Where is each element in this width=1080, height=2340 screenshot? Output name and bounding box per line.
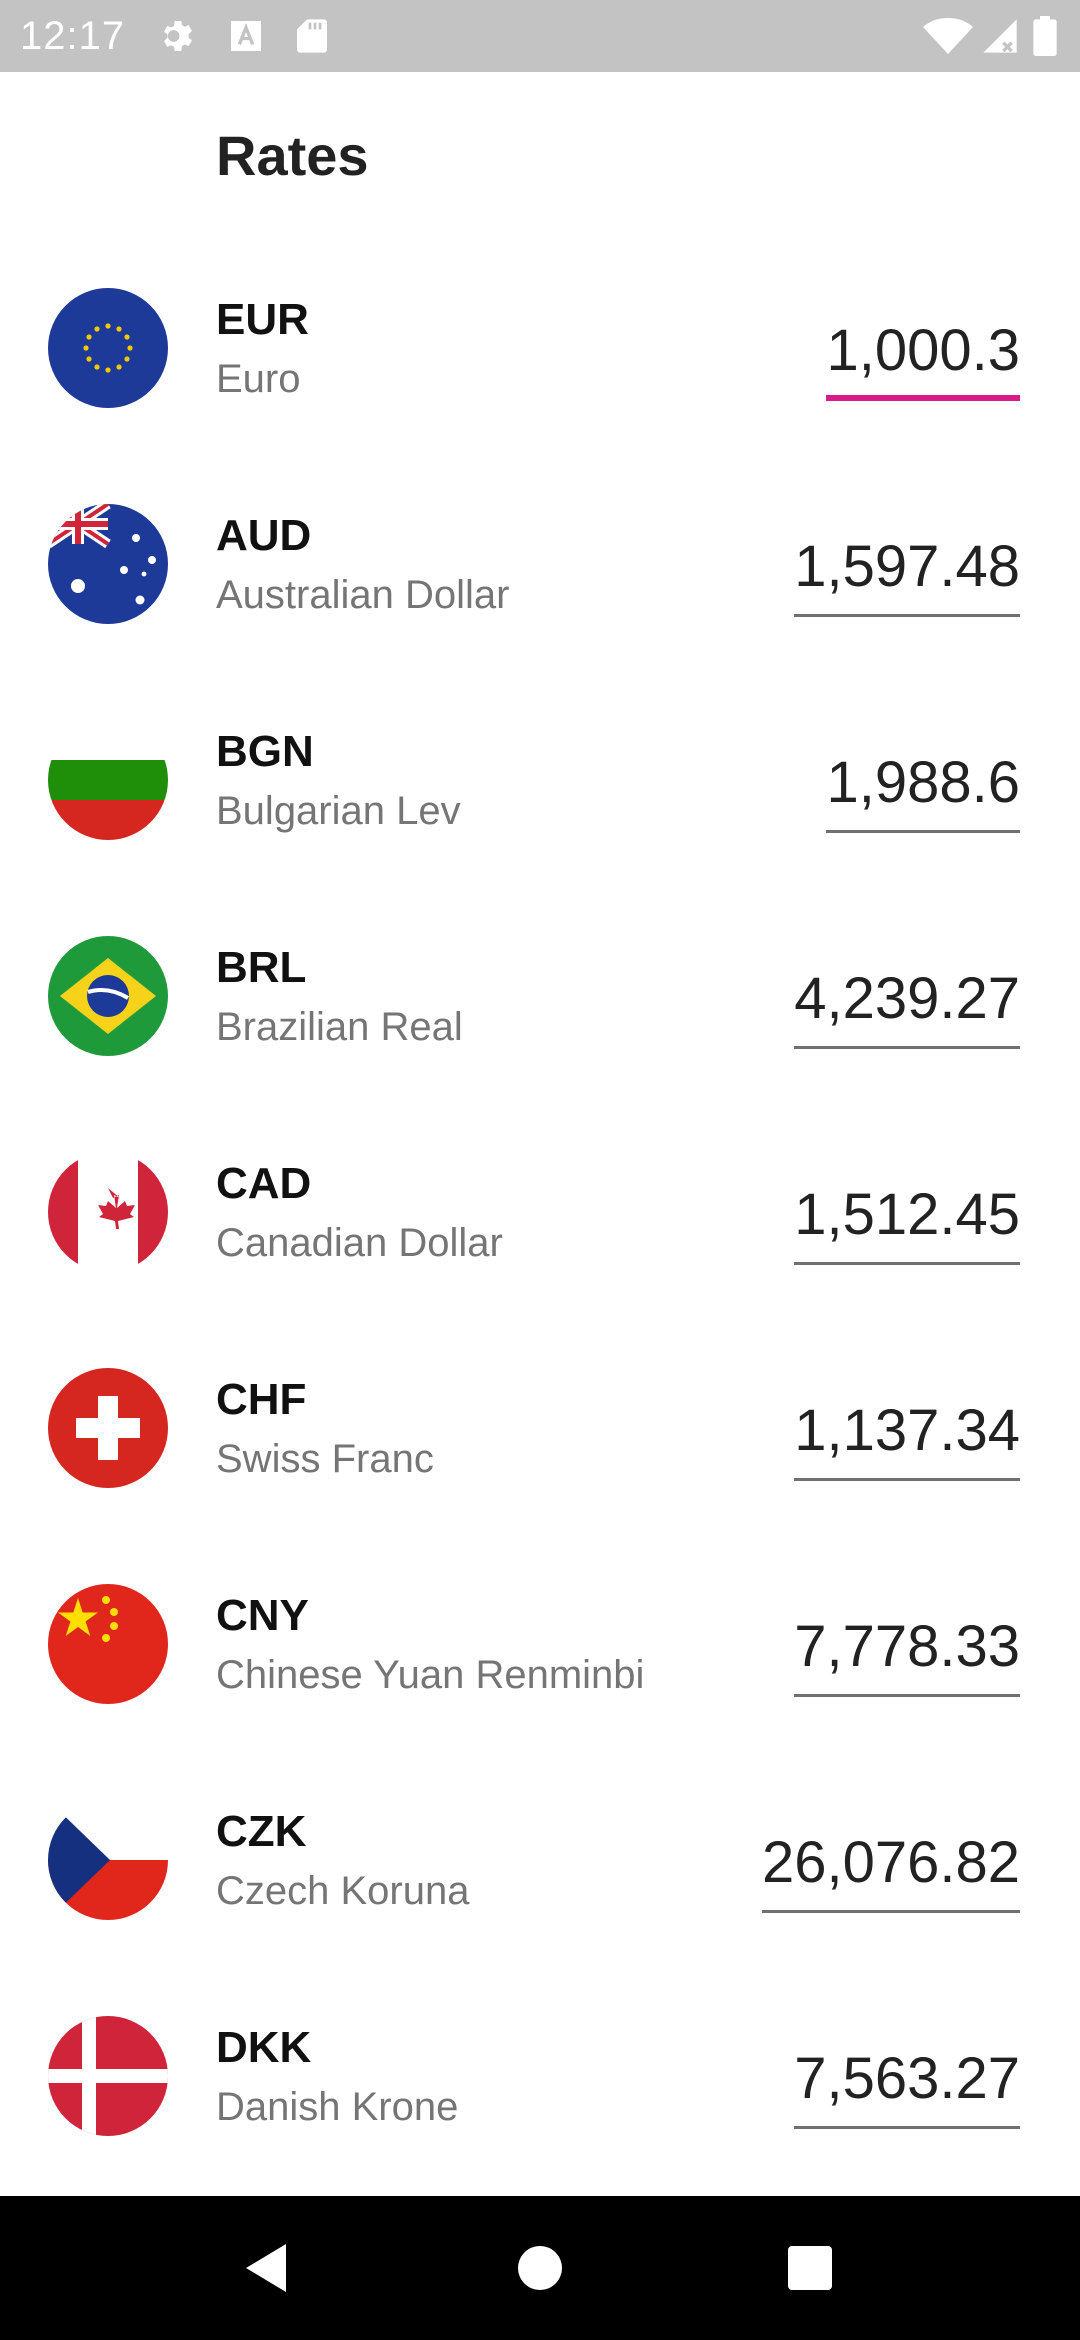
- currency-name: Canadian Dollar: [216, 1221, 503, 1265]
- amount-input-aud[interactable]: 1,597.48: [794, 528, 1020, 617]
- currency-name: Danish Krone: [216, 2085, 459, 2129]
- signal-icon: [980, 16, 1020, 56]
- currency-name: Euro: [216, 357, 301, 401]
- wifi-icon: [922, 16, 974, 56]
- status-time: 12:17: [20, 14, 126, 58]
- screen: 12:17 Rates EUR Euro 1,000.3 AUD Austral…: [0, 0, 1080, 2340]
- switzerland-flag-icon: [48, 1368, 168, 1488]
- amount-input-cny[interactable]: 7,778.33: [794, 1608, 1020, 1697]
- australia-flag-icon: [48, 504, 168, 624]
- rate-row-chf[interactable]: CHF Swiss Franc 1,137.34: [0, 1320, 1080, 1536]
- gear-icon: [158, 16, 198, 56]
- amount-input-eur[interactable]: 1,000.3: [826, 312, 1020, 401]
- nav-bar: [0, 2196, 1080, 2340]
- amount-input-bgn[interactable]: 1,988.6: [826, 744, 1020, 833]
- currency-code: CZK: [216, 1807, 307, 1856]
- rate-row-czk[interactable]: CZK Czech Koruna 26,076.82: [0, 1752, 1080, 1968]
- bulgaria-flag-icon: [48, 720, 168, 840]
- denmark-flag-icon: [48, 2016, 168, 2136]
- currency-code: BRL: [216, 943, 307, 992]
- currency-code: CNY: [216, 1591, 309, 1640]
- page-title: Rates: [216, 124, 369, 187]
- home-icon[interactable]: [508, 2236, 572, 2300]
- china-flag-icon: [48, 1584, 168, 1704]
- currency-code: BGN: [216, 727, 314, 776]
- czech-flag-icon: [48, 1800, 168, 1920]
- rates-list: EUR Euro 1,000.3 AUD Australian Dollar 1…: [0, 240, 1080, 2184]
- amount-input-chf[interactable]: 1,137.34: [794, 1392, 1020, 1481]
- canada-flag-icon: [48, 1152, 168, 1272]
- rate-row-cny[interactable]: CNY Chinese Yuan Renminbi 7,778.33: [0, 1536, 1080, 1752]
- eu-flag-icon: [48, 288, 168, 408]
- currency-name: Bulgarian Lev: [216, 789, 461, 833]
- battery-icon: [1030, 16, 1060, 56]
- amount-input-cad[interactable]: 1,512.45: [794, 1176, 1020, 1265]
- amount-input-brl[interactable]: 4,239.27: [794, 960, 1020, 1049]
- status-bar: 12:17: [0, 0, 1080, 72]
- currency-name: Czech Koruna: [216, 1869, 470, 1913]
- rate-row-eur[interactable]: EUR Euro 1,000.3: [0, 240, 1080, 456]
- back-icon[interactable]: [236, 2236, 300, 2300]
- currency-code: AUD: [216, 511, 312, 560]
- rate-row-brl[interactable]: BRL Brazilian Real 4,239.27: [0, 888, 1080, 1104]
- rate-row-aud[interactable]: AUD Australian Dollar 1,597.48: [0, 456, 1080, 672]
- rate-row-bgn[interactable]: BGN Bulgarian Lev 1,988.6: [0, 672, 1080, 888]
- amount-input-czk[interactable]: 26,076.82: [761, 1824, 1020, 1913]
- currency-name: Brazilian Real: [216, 1005, 463, 1049]
- amount-input-dkk[interactable]: 7,563.27: [794, 2040, 1020, 2129]
- currency-name: Swiss Franc: [216, 1437, 434, 1481]
- recents-icon[interactable]: [778, 2236, 842, 2300]
- currency-name: Australian Dollar: [216, 573, 510, 617]
- brazil-flag-icon: [48, 936, 168, 1056]
- currency-code: EUR: [216, 295, 309, 344]
- a-text-icon: [226, 16, 266, 56]
- rate-row-cad[interactable]: CAD Canadian Dollar 1,512.45: [0, 1104, 1080, 1320]
- rate-row-dkk[interactable]: DKK Danish Krone 7,563.27: [0, 1968, 1080, 2184]
- currency-code: CHF: [216, 1375, 307, 1424]
- currency-name: Chinese Yuan Renminbi: [216, 1653, 645, 1697]
- currency-code: CAD: [216, 1159, 312, 1208]
- sd-card-icon: [292, 16, 332, 56]
- currency-code: DKK: [216, 2023, 312, 2072]
